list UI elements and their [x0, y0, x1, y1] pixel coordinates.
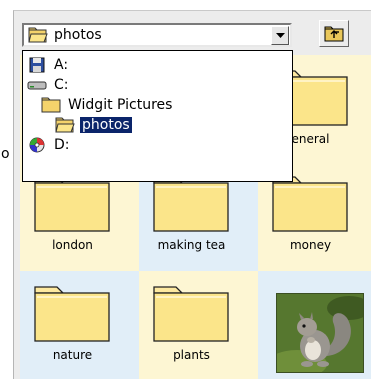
squirrel-photo — [276, 293, 364, 373]
dropdown-item-label: A: — [54, 57, 69, 73]
folder-icon — [34, 176, 110, 232]
combo-value: photos — [54, 27, 102, 43]
open-folder-icon — [28, 27, 48, 43]
dropdown-item-c-drive[interactable]: C: — [27, 75, 71, 95]
folder-icon — [272, 176, 348, 232]
folder-combo-box[interactable]: photos — [22, 23, 292, 47]
grid-cell-folder[interactable]: nature — [20, 271, 139, 379]
grid-cell-image[interactable] — [258, 271, 371, 379]
dropdown-item-a-drive[interactable]: A: — [27, 55, 70, 75]
up-one-level-button[interactable] — [319, 20, 349, 47]
dropdown-item-label: D: — [54, 137, 70, 153]
dropdown-item-d-drive[interactable]: D: — [27, 135, 72, 155]
folder-icon — [153, 176, 229, 232]
floppy-drive-icon — [29, 57, 45, 73]
dropdown-item-photos[interactable]: photos — [55, 115, 132, 135]
hard-drive-icon — [27, 81, 47, 90]
dropdown-arrow-button[interactable] — [271, 25, 289, 45]
dropdown-item-label: C: — [54, 77, 69, 93]
open-folder-icon — [55, 117, 75, 133]
folder-label: money — [289, 238, 332, 252]
folder-label: nature — [52, 348, 93, 362]
partial-glyph: o — [1, 146, 10, 162]
folder-icon — [153, 286, 229, 342]
folder-label: london — [52, 238, 93, 252]
dropdown-item-label: photos — [80, 117, 132, 133]
dropdown-item-label: Widgit Pictures — [68, 97, 173, 113]
folder-label: making tea — [157, 238, 226, 252]
squirrel-photo-image — [277, 294, 363, 372]
folder-dropdown-list: A: C: Widgit Pictures photos D: — [22, 50, 293, 182]
chevron-down-icon — [275, 32, 285, 38]
grid-cell-folder[interactable]: plants — [139, 271, 258, 379]
folder-icon — [34, 286, 110, 342]
dropdown-item-widgit-pictures[interactable]: Widgit Pictures — [41, 95, 174, 115]
folder-up-icon — [324, 26, 344, 41]
folder-icon — [41, 97, 61, 113]
folder-label: plants — [173, 348, 210, 362]
cd-drive-icon — [29, 137, 45, 153]
